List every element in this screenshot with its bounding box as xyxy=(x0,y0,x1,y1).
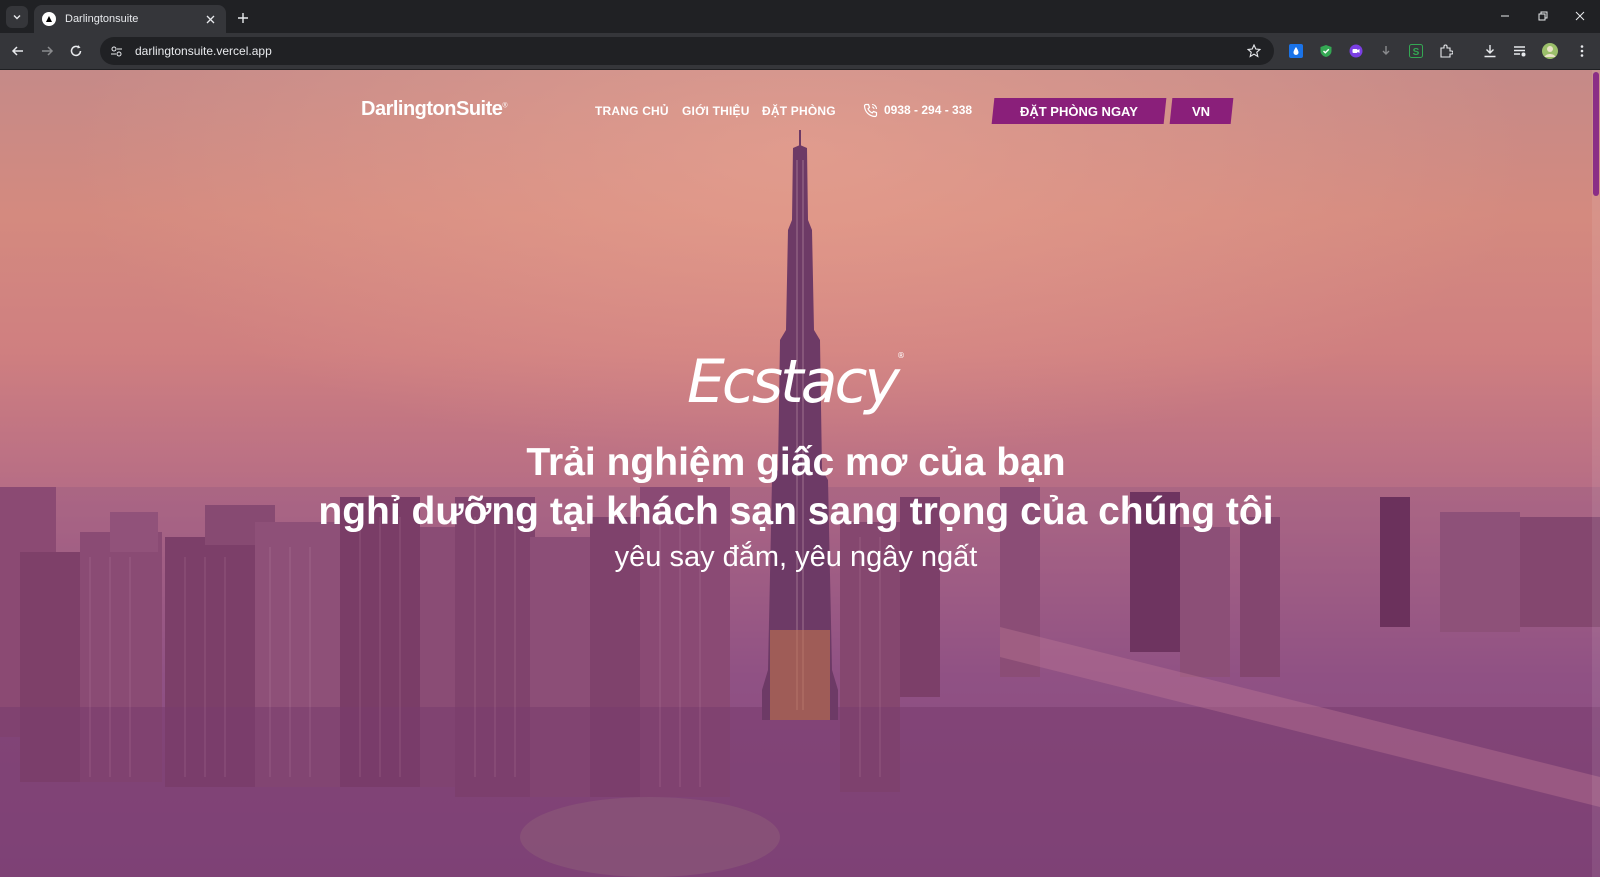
site-logo[interactable]: DarlingtonSuite® xyxy=(361,98,508,121)
site-info-icon[interactable] xyxy=(108,43,124,59)
browser-toolbar: darlingtonsuite.vercel.app S xyxy=(0,33,1600,70)
extensions-icon[interactable] xyxy=(1438,43,1454,59)
brand-mark: ® xyxy=(896,351,905,360)
tab-search-button[interactable] xyxy=(6,6,28,28)
book-now-button[interactable]: ĐẶT PHÒNG NGAY xyxy=(991,98,1167,124)
window-close-icon xyxy=(1575,11,1585,21)
downloads-icon[interactable] xyxy=(1482,43,1498,59)
brand-name: Ecstacy xyxy=(687,347,900,417)
plus-icon xyxy=(238,13,248,23)
menu-icon[interactable] xyxy=(1574,43,1590,59)
s-extension-icon[interactable]: S xyxy=(1408,43,1424,59)
tab-title: Darlingtonsuite xyxy=(65,13,139,25)
hero-headline-line2: nghỉ dưỡng tại khách sạn sang trọng của … xyxy=(318,490,1274,533)
nav-booking-link[interactable]: ĐẶT PHÒNG xyxy=(762,104,836,118)
reload-button[interactable] xyxy=(66,41,86,61)
svg-text:S: S xyxy=(1413,47,1420,58)
brand-wordmark: Ecstacy® xyxy=(0,347,1592,417)
browser-tab-strip: Darlingtonsuite xyxy=(0,0,1600,33)
forward-icon xyxy=(42,46,54,56)
new-tab-button[interactable] xyxy=(233,8,253,28)
camera-extension-icon[interactable] xyxy=(1348,43,1364,59)
restore-button[interactable] xyxy=(1531,6,1555,26)
back-icon xyxy=(11,46,23,56)
phone-number: 0938 - 294 - 338 xyxy=(884,103,973,117)
download-arrow-extension-icon[interactable] xyxy=(1378,43,1394,59)
minimize-icon xyxy=(1501,15,1509,17)
language-label: VN xyxy=(1192,103,1211,119)
reload-icon xyxy=(70,45,82,57)
back-button[interactable] xyxy=(8,41,28,61)
page-scrollbar[interactable] xyxy=(1592,70,1600,877)
address-bar[interactable]: darlingtonsuite.vercel.app xyxy=(100,37,1274,65)
url-text: darlingtonsuite.vercel.app xyxy=(135,44,272,58)
minimize-button[interactable] xyxy=(1493,6,1517,26)
logo-mark: ® xyxy=(502,102,508,110)
chevron-down-icon xyxy=(13,15,21,20)
logo-text: DarlingtonSuite xyxy=(361,98,503,120)
scrollbar-thumb[interactable] xyxy=(1593,72,1599,196)
nav-home-link[interactable]: TRANG CHỦ xyxy=(595,104,669,118)
phone-contact[interactable]: 0938 - 294 - 338 xyxy=(862,102,972,118)
profile-avatar-icon[interactable] xyxy=(1542,43,1558,59)
phone-icon xyxy=(862,102,878,118)
star-icon[interactable] xyxy=(1246,43,1262,59)
restore-icon xyxy=(1538,11,1548,21)
favicon-icon xyxy=(42,12,56,26)
book-now-label: ĐẶT PHÒNG NGAY xyxy=(1020,103,1138,119)
hero-headline-line1: Trải nghiệm giấc mơ của bạn xyxy=(526,441,1066,484)
browser-tab[interactable]: Darlingtonsuite xyxy=(34,5,226,33)
forward-button[interactable] xyxy=(37,41,57,61)
nav-about-link[interactable]: GIỚI THIỆU xyxy=(682,104,750,118)
language-switch-button[interactable]: VN xyxy=(1169,98,1234,124)
dropper-extension-icon[interactable] xyxy=(1288,43,1304,59)
window-close-button[interactable] xyxy=(1568,6,1592,26)
reading-list-icon[interactable] xyxy=(1512,43,1528,59)
site-header: DarlingtonSuite® TRANG CHỦ GIỚI THIỆU ĐẶ… xyxy=(0,70,1592,150)
shield-extension-icon[interactable] xyxy=(1318,43,1334,59)
close-icon[interactable] xyxy=(202,11,218,27)
hero-tagline: yêu say đắm, yêu ngây ngất xyxy=(614,541,978,573)
hero-section: DarlingtonSuite® TRANG CHỦ GIỚI THIỆU ĐẶ… xyxy=(0,70,1600,877)
